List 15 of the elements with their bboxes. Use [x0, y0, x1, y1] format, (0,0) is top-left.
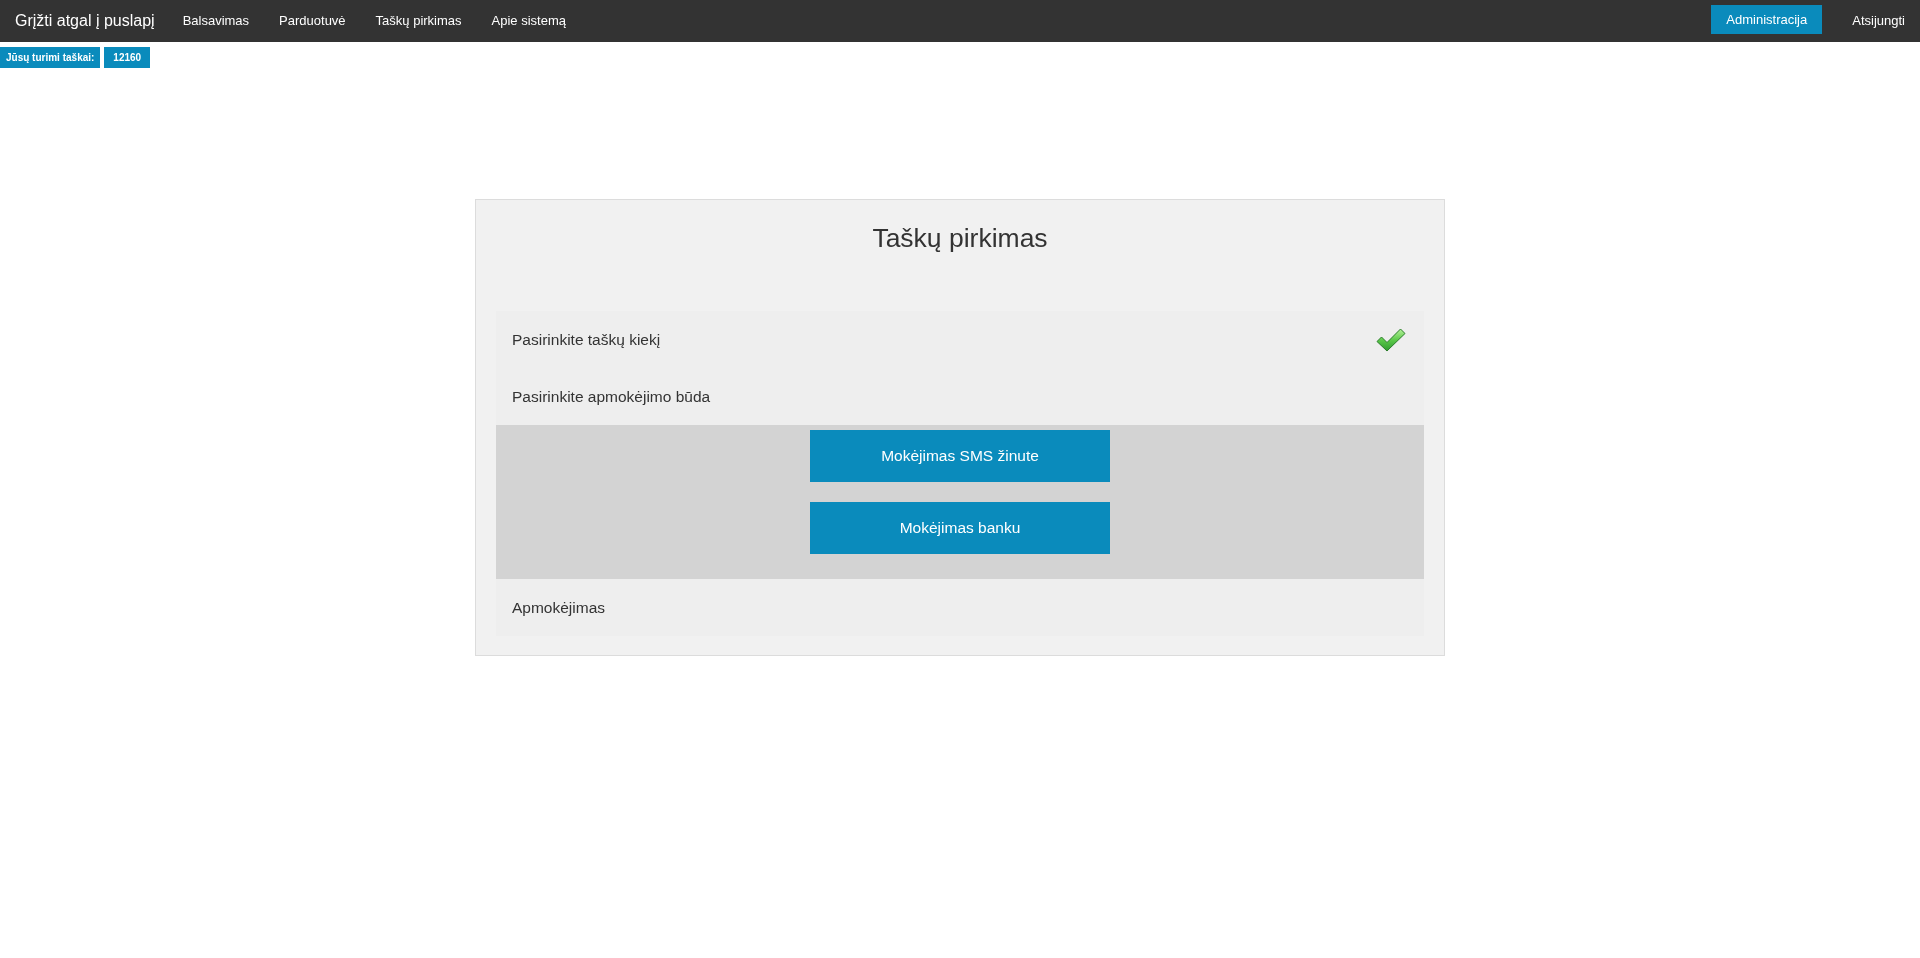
nav-link[interactable]: Taškų pirkimas: [360, 0, 477, 42]
nav-link[interactable]: Parduotuvė: [264, 0, 361, 42]
points-value: 12160: [104, 47, 151, 68]
nav-link[interactable]: Balsavimas: [167, 0, 265, 42]
nav-link[interactable]: Apie sistemą: [476, 0, 581, 42]
payment-method-button[interactable]: Mokėjimas banku: [810, 502, 1110, 554]
step-title: Pasirinkite taškų kiekį: [512, 330, 661, 349]
payment-method-button[interactable]: Mokėjimas SMS žinute: [810, 430, 1110, 482]
step-title: Pasirinkite apmokėjimo būda: [512, 387, 711, 406]
back-link[interactable]: Grįžti atgal į puslapį: [0, 0, 168, 42]
step-title: Apmokėjimas: [512, 598, 606, 617]
card-title: Taškų pirkimas: [871, 222, 1049, 254]
logout-link[interactable]: Atsijungti: [1837, 0, 1920, 42]
admin-button[interactable]: Administracija: [1711, 5, 1823, 34]
points-label: Jūsų turimi taškai:: [0, 47, 101, 68]
